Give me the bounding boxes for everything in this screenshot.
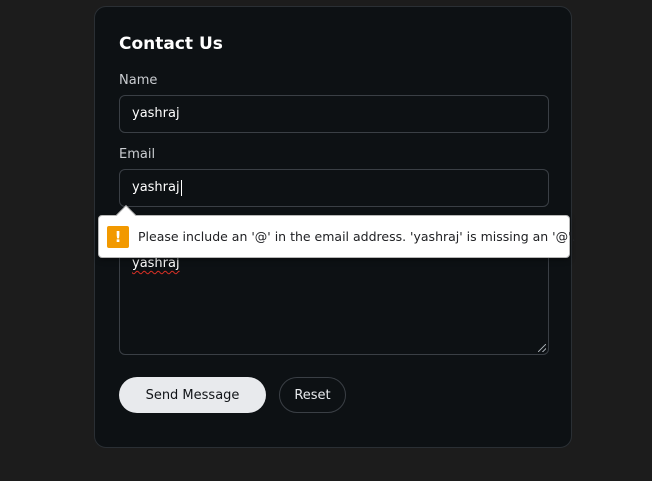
name-input[interactable]: yashraj [119,95,549,133]
message-textarea-value: yashraj [132,256,180,271]
message-textarea[interactable]: yashraj [119,243,549,355]
send-message-button[interactable]: Send Message [119,377,266,413]
form-title: Contact Us [119,34,223,54]
email-input-value: yashraj [132,180,180,195]
text-caret [180,179,182,196]
reset-button[interactable]: Reset [279,377,346,413]
name-input-value: yashraj [132,106,180,121]
warning-icon-glyph: ! [114,227,122,246]
resize-handle-icon[interactable] [538,344,546,352]
name-label: Name [119,73,158,88]
warning-icon: ! [107,225,129,248]
validation-message: Please include an '@' in the email addre… [138,229,576,244]
validation-tooltip: ! Please include an '@' in the email add… [98,215,576,258]
email-input[interactable]: yashraj [119,169,549,207]
email-label: Email [119,147,156,162]
